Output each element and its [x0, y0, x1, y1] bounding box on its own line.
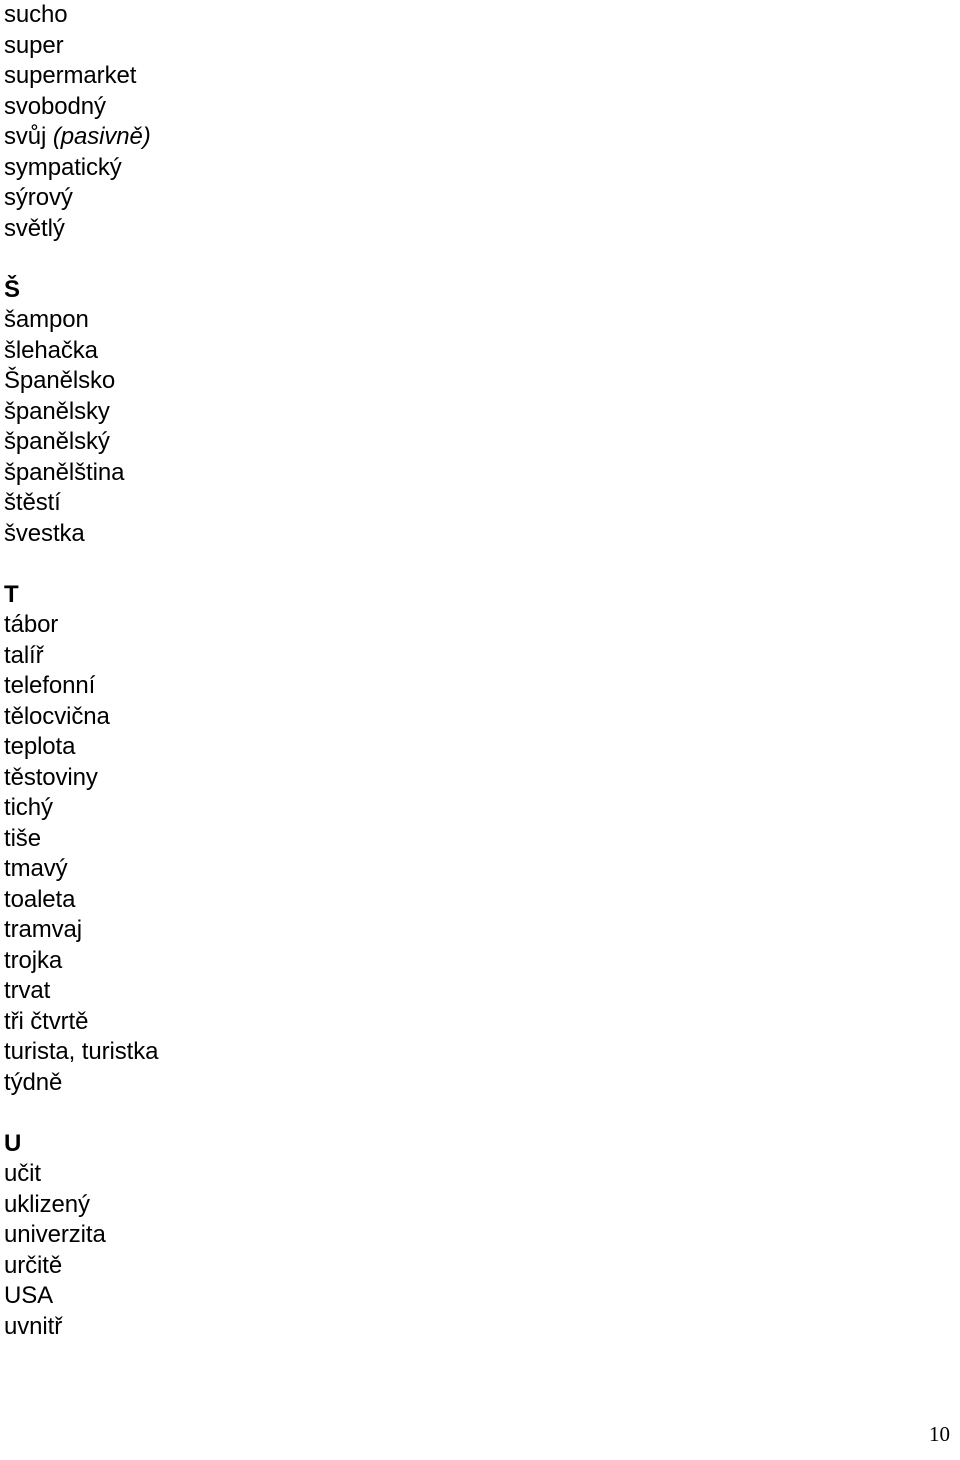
section-heading: Š — [4, 275, 20, 303]
word-entry: sympatický — [4, 153, 122, 181]
word-entry: učit — [4, 1160, 41, 1187]
word-entry: těstoviny — [4, 763, 98, 791]
word-entry: supermarket — [4, 62, 137, 89]
word-entry: trojka — [4, 946, 63, 974]
word-entry: super — [4, 31, 64, 59]
word-entry: tábor — [4, 611, 59, 638]
word-entry: štěstí — [4, 489, 61, 516]
word-entry: šlehačka — [4, 336, 98, 364]
word-entry: tramvaj — [4, 916, 82, 943]
word-entry: španělský — [4, 428, 110, 455]
word-entry: světlý — [4, 214, 65, 242]
word-entry: turista, turistka — [4, 1038, 159, 1065]
word-entry: švestka — [4, 519, 85, 547]
word-entry: svůj (pasivně) — [4, 122, 524, 153]
word-entry: tichý — [4, 794, 53, 821]
word-entry: určitě — [4, 1251, 63, 1279]
word-entry: týdně — [4, 1068, 63, 1096]
word-entry-term: svůj — [4, 123, 53, 150]
word-entry: teplota — [4, 733, 76, 760]
word-entry: talíř — [4, 641, 44, 669]
word-entry: sýrový — [4, 184, 73, 211]
word-entry: svobodný — [4, 92, 106, 120]
word-entry: tělocvična — [4, 702, 110, 730]
word-entry: Španělsko — [4, 367, 116, 394]
section-heading: U — [4, 1129, 22, 1157]
word-entry: španělština — [4, 458, 125, 486]
word-entry: šampon — [4, 306, 89, 333]
word-entry: telefonní — [4, 672, 96, 699]
word-entry: tiše — [4, 824, 41, 852]
word-entry: uvnitř — [4, 1312, 63, 1340]
word-list: sucho super supermarket svobodný svůj (pasiv… — [4, 0, 524, 1342]
word-entry: španělsky — [4, 397, 110, 425]
word-entry: uklizený — [4, 1190, 90, 1218]
word-entry: tři čtvrtě — [4, 1007, 89, 1035]
word-entry: univerzita — [4, 1221, 106, 1248]
word-entry: tmavý — [4, 855, 68, 882]
word-entry-note: (pasivně) — [52, 123, 151, 150]
section-heading: T — [4, 580, 19, 608]
page-number: 10 — [929, 1422, 950, 1446]
word-entry: sucho — [4, 1, 68, 28]
word-entry: toaleta — [4, 885, 76, 913]
word-entry: trvat — [4, 977, 51, 1004]
document-page: sucho super supermarket svobodný svůj (pasiv… — [0, 0, 960, 1460]
word-entry: USA — [4, 1282, 54, 1309]
